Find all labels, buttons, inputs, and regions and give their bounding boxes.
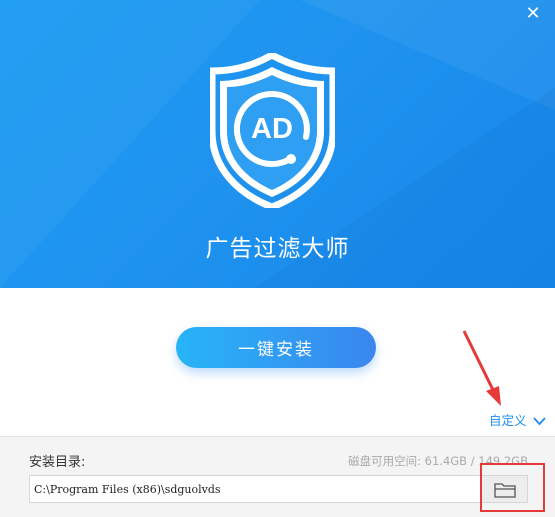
chevron-down-icon — [532, 417, 546, 426]
one-click-install-button[interactable]: 一键安装 — [176, 327, 376, 368]
close-icon[interactable]: ✕ — [523, 4, 543, 24]
install-path-input[interactable] — [29, 475, 480, 503]
browse-folder-button[interactable] — [480, 475, 528, 503]
customize-label: 自定义 — [489, 413, 527, 428]
annotation-arrow — [462, 330, 501, 406]
disk-space-info: 磁盘可用空间: 61.4GB / 149.2GB — [348, 454, 528, 468]
shield-logo-icon: AD — [210, 53, 335, 208]
install-directory-label: 安装目录: — [29, 455, 86, 470]
folder-icon — [494, 483, 516, 498]
app-title: 广告过滤大师 — [205, 236, 350, 262]
hero-banner: ✕ AD 广告过滤大师 — [0, 0, 555, 288]
customize-toggle[interactable]: 自定义 — [489, 410, 546, 428]
install-directory-panel: 安装目录: 磁盘可用空间: 61.4GB / 149.2GB — [0, 436, 555, 517]
logo-text: AD — [251, 113, 293, 145]
